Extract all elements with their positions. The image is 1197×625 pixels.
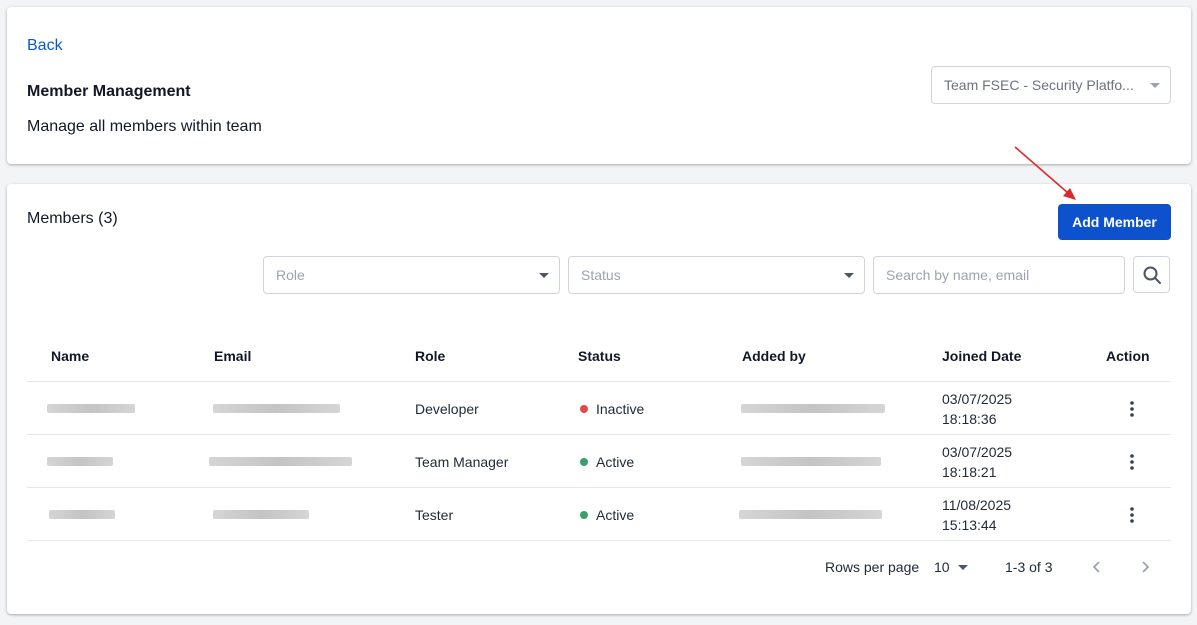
joined-date: 03/07/2025 18:18:21: [942, 435, 1012, 488]
page-subtitle: Manage all members within team: [27, 118, 262, 135]
status-filter-select[interactable]: Status: [568, 256, 865, 294]
added-by-redacted: [739, 488, 882, 541]
table-row: Team Manager Active 03/07/2025 18:18:21: [27, 435, 1171, 488]
status-filter-placeholder: Status: [581, 267, 621, 283]
search-input[interactable]: [873, 256, 1125, 294]
member-email-redacted: [213, 488, 309, 541]
chevron-left-icon: [1092, 561, 1100, 573]
column-header-action: Action: [1106, 347, 1150, 364]
joined-date-day: 11/08/2025: [942, 496, 1012, 513]
table-header: Name Email Role Status Added by Joined D…: [27, 329, 1171, 382]
status-dot-icon: [580, 404, 588, 413]
add-member-button[interactable]: Add Member: [1058, 204, 1171, 240]
member-status-label: Active: [596, 506, 635, 523]
previous-page-button[interactable]: [1086, 556, 1108, 578]
added-by-redacted: [741, 435, 881, 488]
team-select[interactable]: Team FSEC - Security Platfo...: [931, 66, 1171, 104]
more-vertical-icon: [1130, 400, 1134, 417]
member-role: Developer: [415, 400, 479, 417]
table-row: Developer Inactive 03/07/2025 18:18:36: [27, 382, 1171, 435]
member-name-redacted[interactable]: [49, 488, 115, 541]
joined-date-time: 18:18:36: [942, 410, 997, 427]
status-dot-icon: [580, 457, 588, 466]
search-icon: [1143, 266, 1161, 284]
column-header-email: Email: [214, 347, 252, 364]
member-role: Tester: [415, 506, 454, 523]
back-link[interactable]: Back: [27, 37, 63, 55]
member-status: Active: [580, 435, 634, 488]
column-header-name: Name: [51, 347, 90, 364]
search-button[interactable]: [1133, 256, 1170, 293]
header-card: Back Member Management Manage all member…: [7, 7, 1191, 164]
chevron-down-icon: [539, 273, 549, 278]
joined-date-time: 18:18:21: [942, 463, 997, 480]
table-row: Tester Active 11/08/2025 15:13:44: [27, 488, 1171, 541]
status-dot-icon: [580, 510, 588, 519]
page-title: Member Management: [27, 83, 191, 100]
joined-date: 03/07/2025 18:18:36: [942, 382, 1012, 435]
member-status: Active: [580, 488, 634, 541]
joined-date-day: 03/07/2025: [942, 390, 1013, 407]
column-header-joined-date: Joined Date: [942, 347, 1022, 364]
member-email-redacted: [213, 382, 340, 435]
added-by-redacted: [741, 382, 885, 435]
column-header-added-by: Added by: [742, 347, 806, 364]
members-card: Members (3) Add Member Role Status Name …: [7, 184, 1191, 614]
members-count-title: Members (3): [27, 210, 118, 227]
chevron-down-icon: [1150, 83, 1160, 88]
member-status-label: Inactive: [596, 400, 645, 417]
chevron-down-icon: [957, 564, 968, 570]
chevron-down-icon: [844, 273, 854, 278]
rows-per-page-value: 10: [934, 559, 950, 575]
member-name-redacted[interactable]: [47, 382, 135, 435]
chevron-right-icon: [1142, 561, 1150, 573]
column-header-role: Role: [415, 347, 446, 364]
member-email-redacted: [209, 435, 352, 488]
next-page-button[interactable]: [1134, 556, 1156, 578]
row-actions-button[interactable]: [1122, 435, 1142, 488]
pagination-range: 1-3 of 3: [1005, 559, 1053, 575]
role-filter-select[interactable]: Role: [263, 256, 560, 294]
member-status: Inactive: [580, 382, 644, 435]
row-actions-button[interactable]: [1122, 488, 1142, 541]
joined-date: 11/08/2025 15:13:44: [942, 488, 1011, 541]
row-actions-button[interactable]: [1122, 382, 1142, 435]
more-vertical-icon: [1130, 453, 1134, 470]
role-filter-placeholder: Role: [276, 267, 305, 283]
team-select-value: Team FSEC - Security Platfo...: [944, 77, 1134, 93]
rows-per-page-label: Rows per page: [825, 559, 920, 575]
rows-per-page-select[interactable]: 10: [934, 556, 968, 578]
joined-date-time: 15:13:44: [942, 516, 997, 533]
member-role: Team Manager: [415, 453, 509, 470]
member-status-label: Active: [596, 453, 635, 470]
more-vertical-icon: [1130, 506, 1134, 523]
joined-date-day: 03/07/2025: [942, 443, 1013, 460]
column-header-status: Status: [578, 347, 621, 364]
member-name-redacted[interactable]: [47, 435, 113, 488]
